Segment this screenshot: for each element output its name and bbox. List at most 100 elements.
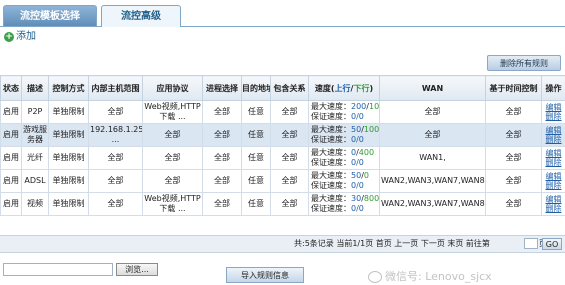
- cell-dest: 任意: [241, 146, 271, 170]
- browse-button[interactable]: 浏览...: [116, 263, 158, 276]
- cell-speed: 最大速度：200/1000保证速度：0/0: [308, 100, 380, 124]
- cell-desc: 光纤: [21, 146, 49, 170]
- pagination-bar: 共:5条记录 当前1/1页 首页 上一页 下一页 末页 前往第 页 GO: [0, 235, 565, 253]
- cell-mode: 单独限制: [48, 169, 89, 193]
- page-number-input[interactable]: [524, 238, 538, 249]
- delete-link[interactable]: 删除: [543, 181, 564, 190]
- cell-range: 全部: [88, 192, 143, 216]
- cell-time: 全部: [485, 169, 542, 193]
- col-relation: 包含关系: [270, 75, 309, 101]
- pagination-text[interactable]: 共:5条记录 当前1/1页 首页 上一页 下一页 末页 前往第: [294, 236, 490, 252]
- delete-all-rules-button[interactable]: 删除所有规则: [487, 55, 561, 71]
- import-rules-button[interactable]: 导入规则信息: [226, 267, 304, 283]
- cell-time: 全部: [485, 100, 542, 124]
- col-status: 状态: [0, 75, 22, 101]
- cell-time: 全部: [485, 146, 542, 170]
- cell-process: 全部: [202, 100, 242, 124]
- cell-relation: 全部: [270, 100, 309, 124]
- table-row: 启用 光纤 单独限制 全部 全部 全部 任意 全部 最大速度：0/400 保证速度…: [0, 146, 565, 170]
- cell-dest: 任意: [241, 123, 271, 147]
- col-speed: 速度(上行/下行): [308, 75, 380, 101]
- delete-link[interactable]: 删除: [543, 135, 564, 144]
- table-row: 启用 ADSL 单独限制 全部 全部 全部 任意 全部 最大速度：50/0 保证速…: [0, 169, 565, 193]
- cell-app: 全部: [142, 146, 203, 170]
- cell-app: Web视频,HTTP下载 ...: [142, 100, 203, 124]
- cell-relation: 全部: [270, 192, 309, 216]
- cell-speed: 最大速度：0/400 保证速度：0/0: [308, 146, 380, 170]
- cell-ops: 编辑 删除: [541, 146, 565, 170]
- edit-link[interactable]: 编辑: [543, 195, 564, 204]
- cell-status: 启用: [0, 123, 22, 147]
- add-label: 添加: [16, 31, 36, 42]
- go-button[interactable]: GO: [542, 238, 562, 250]
- cell-desc: P2P: [21, 100, 49, 124]
- cell-process: 全部: [202, 192, 242, 216]
- cell-mode: 单独限制: [48, 192, 89, 216]
- cell-ops: 编辑 删除: [541, 100, 565, 124]
- wechat-icon: [368, 271, 382, 283]
- cell-ops: 编辑 删除: [541, 169, 565, 193]
- cell-mode: 单独限制: [48, 146, 89, 170]
- col-mode: 控制方式: [48, 75, 89, 101]
- col-desc: 描述: [21, 75, 49, 101]
- cell-relation: 全部: [270, 169, 309, 193]
- cell-status: 启用: [0, 100, 22, 124]
- plus-icon: +: [4, 32, 14, 42]
- cell-ops: 编辑 删除: [541, 192, 565, 216]
- cell-range: 全部: [88, 169, 143, 193]
- cell-wan: WAN2,WAN3,WAN7,WAN8,WAN9,WAN10,WAN11,: [379, 169, 486, 193]
- tab-advanced[interactable]: 流控高级: [101, 5, 181, 27]
- table-row: 启用 P2P 单独限制 全部 Web视频,HTTP下载 ... 全部 任意 全部…: [0, 100, 565, 124]
- rules-table: 状态 描述 控制方式 内部主机范围 应用协议 进程选择 目的地址 包含关系 速度…: [0, 75, 565, 216]
- cell-process: 全部: [202, 123, 242, 147]
- watermark-text: 微信号: Lenovo_sjcx: [385, 270, 492, 283]
- cell-status: 启用: [0, 146, 22, 170]
- cell-wan: 全部: [379, 123, 486, 147]
- cell-range: 192.168.1.25 ...: [88, 123, 143, 147]
- col-range: 内部主机范围: [88, 75, 143, 101]
- cell-time: 全部: [485, 192, 542, 216]
- cell-desc: ADSL: [21, 169, 49, 193]
- watermark: 微信号: Lenovo_sjcx: [368, 268, 492, 284]
- cell-speed: 最大速度：50/100 保证速度：0/0: [308, 123, 380, 147]
- table-row: 启用 游戏服务器 单独限制 192.168.1.25 ... 全部 全部 任意 …: [0, 123, 565, 147]
- edit-link[interactable]: 编辑: [543, 149, 564, 158]
- delete-link[interactable]: 删除: [543, 204, 564, 213]
- cell-relation: 全部: [270, 146, 309, 170]
- table-header-row: 状态 描述 控制方式 内部主机范围 应用协议 进程选择 目的地址 包含关系 速度…: [0, 75, 565, 101]
- col-ops: 操作: [541, 75, 565, 101]
- tab-bar: 流控模板选择 流控高级: [0, 0, 565, 27]
- cell-app: Web视频,HTTP下载 ...: [142, 192, 203, 216]
- add-rule-button[interactable]: + 添加: [4, 30, 36, 44]
- tab-template-select[interactable]: 流控模板选择: [3, 5, 97, 26]
- cell-dest: 任意: [241, 100, 271, 124]
- cell-app: 全部: [142, 123, 203, 147]
- cell-process: 全部: [202, 169, 242, 193]
- col-time: 基于时间控制: [485, 75, 542, 101]
- cell-dest: 任意: [241, 169, 271, 193]
- cell-range: 全部: [88, 146, 143, 170]
- cell-wan: 全部: [379, 100, 486, 124]
- edit-link[interactable]: 编辑: [543, 103, 564, 112]
- cell-mode: 单独限制: [48, 100, 89, 124]
- cell-ops: 编辑 删除: [541, 123, 565, 147]
- file-path-input[interactable]: [3, 263, 113, 276]
- cell-status: 启用: [0, 169, 22, 193]
- cell-mode: 单独限制: [48, 123, 89, 147]
- edit-link[interactable]: 编辑: [543, 126, 564, 135]
- edit-link[interactable]: 编辑: [543, 172, 564, 181]
- delete-link[interactable]: 删除: [543, 158, 564, 167]
- cell-process: 全部: [202, 146, 242, 170]
- col-app: 应用协议: [142, 75, 203, 101]
- cell-wan: WAN1,: [379, 146, 486, 170]
- cell-speed: 最大速度：30/800 保证速度：0/0: [308, 192, 380, 216]
- cell-relation: 全部: [270, 123, 309, 147]
- cell-wan: WAN2,WAN3,WAN7,WAN8,WAN9,WAN10,WAN11,: [379, 192, 486, 216]
- cell-range: 全部: [88, 100, 143, 124]
- col-process: 进程选择: [202, 75, 242, 101]
- cell-desc: 游戏服务器: [21, 123, 49, 147]
- col-dest: 目的地址: [241, 75, 271, 101]
- delete-link[interactable]: 删除: [543, 112, 564, 121]
- cell-time: 全部: [485, 123, 542, 147]
- cell-desc: 视频: [21, 192, 49, 216]
